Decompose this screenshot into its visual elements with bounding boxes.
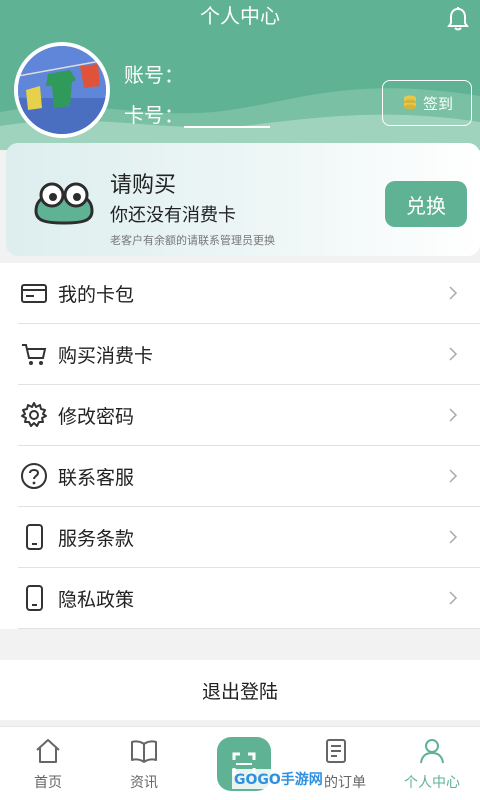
tab-label: 资讯 — [130, 775, 158, 791]
menu-item-label: 修改密码 — [58, 406, 135, 428]
signin-label: 签到 — [422, 94, 453, 113]
cart-icon — [22, 344, 47, 365]
settings-menu: 我的卡包 购买消费卡 修改密码 联系客服 服务条款 隐私政策 — [0, 263, 480, 629]
promo-subtitle: 你还没有消费卡 — [110, 205, 236, 226]
frog-mascot-icon — [34, 182, 94, 225]
profile-header: 个人中心 账号： 卡号： 签到 — [0, 0, 480, 150]
home-icon — [36, 739, 60, 763]
chevron-right-icon — [449, 469, 458, 483]
chevron-right-icon — [449, 591, 458, 605]
watermark-logo: GOGO手游网 — [232, 769, 325, 789]
book-icon — [131, 740, 157, 763]
phone-icon — [26, 585, 43, 611]
signin-button[interactable]: 签到 — [382, 80, 472, 126]
avatar-image — [18, 46, 106, 134]
menu-item-terms-of-service[interactable]: 服务条款 — [18, 507, 480, 568]
tab-orders[interactable]: 的订单 — [288, 727, 384, 800]
menu-item-change-password[interactable]: 修改密码 — [18, 385, 480, 446]
chevron-right-icon — [449, 408, 458, 422]
promo-note: 老客户有余额的请联系管理员更换 — [110, 234, 275, 247]
bottom-tab-bar: 首页 资讯 的订单 个人中心 GOGO手游网 — [0, 726, 480, 800]
bell-icon[interactable] — [446, 6, 470, 32]
tab-label: 首页 — [34, 775, 62, 791]
menu-item-label: 我的卡包 — [58, 284, 135, 306]
menu-item-label: 服务条款 — [58, 528, 135, 550]
order-icon — [326, 739, 346, 763]
phone-icon — [26, 524, 43, 550]
chevron-right-icon — [449, 530, 458, 544]
user-icon — [420, 739, 444, 764]
tab-news[interactable]: 资讯 — [96, 727, 192, 800]
menu-item-label: 联系客服 — [58, 467, 135, 489]
card-number-label: 卡号： — [124, 103, 184, 127]
exchange-button[interactable]: 兑换 — [385, 181, 467, 227]
tab-profile[interactable]: 个人中心 — [384, 727, 480, 800]
card-number-underline — [184, 108, 270, 128]
promo-title: 请购买 — [110, 173, 177, 198]
card-number-row: 卡号： — [124, 102, 270, 128]
menu-item-customer-service[interactable]: 联系客服 — [18, 446, 480, 507]
coins-icon — [403, 95, 416, 110]
gear-icon — [21, 402, 47, 427]
chevron-right-icon — [449, 286, 458, 300]
menu-item-privacy-policy[interactable]: 隐私政策 — [18, 568, 480, 629]
tab-home[interactable]: 首页 — [0, 727, 96, 800]
wallet-icon — [21, 284, 47, 303]
help-icon — [21, 463, 47, 489]
menu-item-card-wallet[interactable]: 我的卡包 — [18, 263, 480, 324]
tab-label: 个人中心 — [404, 775, 460, 791]
page-title: 个人中心 — [200, 4, 280, 28]
menu-item-label: 隐私政策 — [58, 589, 135, 611]
chevron-right-icon — [449, 347, 458, 361]
logout-button[interactable]: 退出登陆 — [0, 660, 480, 720]
purchase-card-banner: 请购买 你还没有消费卡 老客户有余额的请联系管理员更换 兑换 — [6, 143, 480, 256]
avatar[interactable] — [14, 42, 110, 138]
menu-item-buy-card[interactable]: 购买消费卡 — [18, 324, 480, 385]
account-number-label: 账号： — [124, 63, 184, 87]
menu-item-label: 购买消费卡 — [58, 345, 154, 367]
